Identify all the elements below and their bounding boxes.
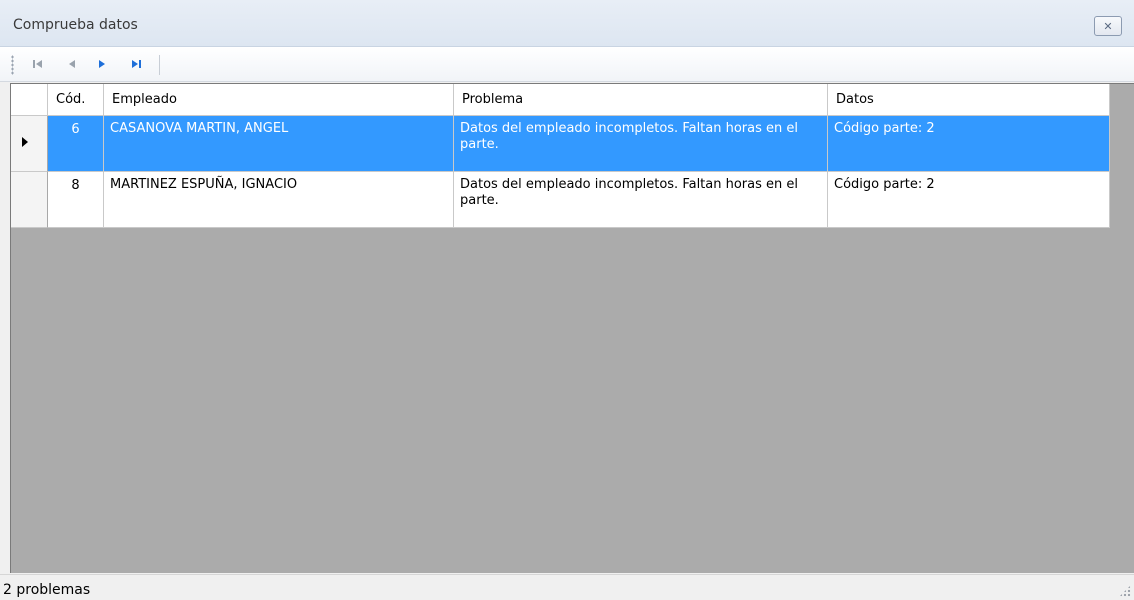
status-label: 2 problemas xyxy=(3,582,91,598)
table-cell-datos[interactable]: Código parte: 2 xyxy=(828,172,1110,228)
toolbar-separator xyxy=(159,55,160,75)
grid-corner-header[interactable] xyxy=(11,84,48,116)
table-cell-cod[interactable]: 8 xyxy=(48,172,104,228)
previous-record-button[interactable] xyxy=(61,53,83,75)
row-header-current[interactable] xyxy=(11,116,48,172)
column-header-empleado[interactable]: Empleado xyxy=(104,84,454,116)
toolbar-grip[interactable] xyxy=(11,55,14,75)
table-cell-empleado[interactable]: MARTINEZ ESPUÑA, IGNACIO xyxy=(104,172,454,228)
column-header-cod[interactable]: Cód. xyxy=(48,84,104,116)
navigation-toolbar xyxy=(0,47,1134,82)
title-bar xyxy=(0,0,1134,47)
table-cell-empleado[interactable]: CASANOVA MARTIN, ANGEL xyxy=(104,116,454,172)
table-cell-problema[interactable]: Datos del empleado incompletos. Faltan h… xyxy=(454,116,828,172)
first-record-button[interactable] xyxy=(27,53,49,75)
window-title: Comprueba datos xyxy=(13,17,138,33)
status-bar xyxy=(0,574,1134,600)
column-header-datos[interactable]: Datos xyxy=(828,84,1110,116)
last-record-icon xyxy=(132,60,141,68)
next-record-icon xyxy=(99,60,105,68)
current-row-arrow-icon xyxy=(22,137,28,147)
table-cell-datos[interactable]: Código parte: 2 xyxy=(828,116,1110,172)
next-record-button[interactable] xyxy=(91,53,113,75)
first-record-icon xyxy=(33,60,42,68)
previous-record-icon xyxy=(69,60,75,68)
table-cell-cod[interactable]: 6 xyxy=(48,116,104,172)
close-button[interactable]: ✕ xyxy=(1094,16,1122,36)
last-record-button[interactable] xyxy=(125,53,147,75)
row-header[interactable] xyxy=(11,172,48,228)
table-cell-problema[interactable]: Datos del empleado incompletos. Faltan h… xyxy=(454,172,828,228)
close-icon: ✕ xyxy=(1103,19,1113,33)
column-header-problema[interactable]: Problema xyxy=(454,84,828,116)
